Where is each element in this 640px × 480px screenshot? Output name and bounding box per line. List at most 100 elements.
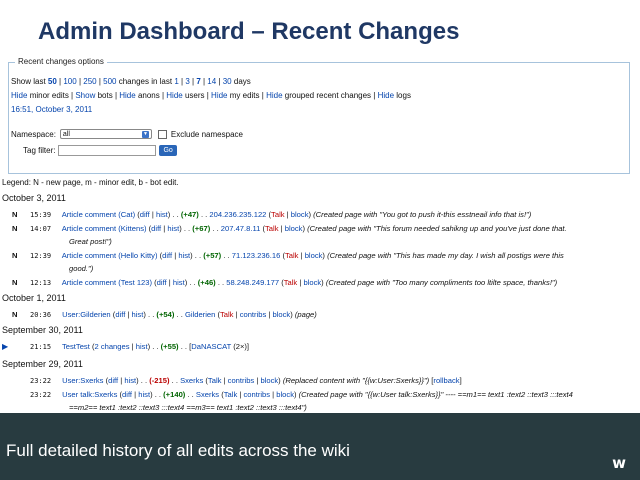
diff-link[interactable]: diff (115, 310, 125, 319)
diff-link[interactable]: diff (162, 251, 172, 260)
days-link-3[interactable]: 3 (185, 77, 189, 86)
toggle-grouped-action[interactable]: Hide (266, 91, 282, 100)
diff-link[interactable]: diff (108, 376, 118, 385)
contribs-link[interactable]: contribs (240, 310, 267, 319)
count-link-250[interactable]: 250 (83, 77, 96, 86)
block-link[interactable]: block (303, 278, 321, 287)
block-link[interactable]: block (260, 376, 278, 385)
toggle-anons-action[interactable]: Hide (119, 91, 135, 100)
entry-title-link[interactable]: Article comment (Cat) (62, 210, 135, 219)
user-link[interactable]: 71.123.236.16 (232, 251, 281, 260)
entry-time: 15:39 (30, 211, 52, 219)
entry-title-link[interactable]: User:Gilderien (62, 310, 111, 319)
talk-link[interactable]: Talk (271, 210, 285, 219)
entry-time: 23:22 (30, 391, 52, 399)
toggle-logs-label: logs (396, 91, 411, 100)
contribs-link[interactable]: contribs (243, 390, 270, 399)
hist-link[interactable]: hist (136, 342, 148, 351)
user-link[interactable]: DaNASCAT (191, 342, 231, 351)
toggle-minor-action[interactable]: Hide (11, 91, 27, 100)
edit-summary: (Created page with "Too many compliments… (325, 278, 558, 287)
toggle-myedits-action[interactable]: Hide (211, 91, 227, 100)
diff-link[interactable]: diff (140, 210, 150, 219)
slide-title: Admin Dashboard – Recent Changes (38, 18, 460, 45)
entry-title-link[interactable]: TestTest (62, 342, 90, 351)
entry-time: 12:39 (30, 252, 52, 260)
new-page-flag: N (12, 310, 18, 319)
diff-link[interactable]: diff (122, 390, 132, 399)
days-link-14[interactable]: 14 (207, 77, 216, 86)
exclude-namespace-checkbox[interactable] (157, 129, 167, 139)
tag-filter-input[interactable] (58, 145, 157, 156)
toggle-minor-label: minor edits (29, 91, 69, 100)
list-item: ▶ 21:15 TestTest (2 changes | hist) . . (… (2, 342, 250, 351)
namespace-select[interactable]: all ▼ (59, 129, 152, 139)
talk-link[interactable]: Talk (220, 310, 234, 319)
entry-title-link[interactable]: Article comment (Test 123) (62, 278, 152, 287)
hist-link[interactable]: hist (132, 310, 144, 319)
edit-summary: (Replaced content with "{{w:User:Sxerks}… (282, 376, 430, 385)
days-link-1[interactable]: 1 (174, 77, 178, 86)
go-button[interactable]: Go (159, 145, 177, 156)
day-header: October 1, 2011 (2, 293, 66, 303)
change-count: (2×) (233, 342, 247, 351)
block-link[interactable]: block (285, 224, 303, 233)
days-link-30[interactable]: 30 (223, 77, 232, 86)
user-link[interactable]: 207.47.8.11 (221, 224, 261, 233)
hist-link[interactable]: hist (156, 210, 168, 219)
new-page-flag: N (12, 224, 18, 233)
block-link[interactable]: block (272, 310, 290, 319)
entry-title-link[interactable]: User:Sxerks (62, 376, 103, 385)
entry-title-link[interactable]: User talk:Sxerks (62, 390, 117, 399)
size-delta: (+47) (180, 210, 199, 219)
entry-time: 21:15 (30, 343, 52, 351)
user-link[interactable]: 58.248.249.177 (226, 278, 279, 287)
hist-link[interactable]: hist (167, 224, 179, 233)
toggle-logs-action[interactable]: Hide (378, 91, 394, 100)
size-delta: (+54) (156, 310, 175, 319)
expand-arrow-icon[interactable]: ▶ (2, 342, 20, 351)
namespace-row: Namespace: all ▼ Exclude namespace (11, 129, 243, 139)
toggle-line: Hide minor edits | Show bots | Hide anon… (11, 91, 411, 100)
hist-link[interactable]: hist (173, 278, 185, 287)
legend-text: Legend: N - new page, m - minor edit, b … (2, 178, 179, 187)
count-link-500[interactable]: 500 (103, 77, 116, 86)
diff-link[interactable]: diff (151, 224, 161, 233)
rollback-link[interactable]: rollback (433, 376, 459, 385)
user-link[interactable]: Gilderien (185, 310, 215, 319)
user-link[interactable]: 204.236.235.122 (209, 210, 266, 219)
toggle-users-action[interactable]: Hide (166, 91, 182, 100)
block-link[interactable]: block (291, 210, 309, 219)
size-delta: (+57) (203, 251, 222, 260)
slide-caption: Full detailed history of all edits acros… (6, 441, 350, 460)
exclude-namespace-label: Exclude namespace (170, 129, 243, 139)
entry-title-link[interactable]: Article comment (Hello Kitty) (62, 251, 158, 260)
user-link[interactable]: Sxerks (180, 376, 203, 385)
block-link[interactable]: block (276, 390, 294, 399)
diff-link[interactable]: diff (157, 278, 167, 287)
talk-link[interactable]: Talk (265, 224, 279, 233)
toggle-bots-action[interactable]: Show (75, 91, 95, 100)
timestamp-link[interactable]: 16:51, October 3, 2011 (11, 105, 92, 114)
block-link[interactable]: block (305, 251, 323, 260)
count-link-50[interactable]: 50 (48, 77, 57, 86)
edit-summary: (Created page with "This has made my day… (327, 251, 564, 260)
toggle-grouped-label: grouped recent changes (284, 91, 372, 100)
hist-link[interactable]: hist (178, 251, 190, 260)
talk-link[interactable]: Talk (285, 251, 299, 260)
day-header: October 3, 2011 (2, 193, 66, 203)
entry-title-link[interactable]: Article comment (Kittens) (62, 224, 147, 233)
talk-link[interactable]: Talk (208, 376, 222, 385)
hist-link[interactable]: hist (138, 390, 150, 399)
contribs-link[interactable]: contribs (228, 376, 255, 385)
hist-link[interactable]: hist (124, 376, 136, 385)
changes-link[interactable]: 2 changes (94, 342, 129, 351)
days-link-7[interactable]: 7 (196, 77, 200, 86)
days-label: days (233, 77, 251, 86)
count-link-100[interactable]: 100 (63, 77, 76, 86)
user-link[interactable]: Sxerks (196, 390, 219, 399)
edit-summary: (page) (294, 310, 317, 319)
entry-time: 12:13 (30, 279, 52, 287)
talk-link[interactable]: Talk (284, 278, 298, 287)
talk-link[interactable]: Talk (224, 390, 238, 399)
